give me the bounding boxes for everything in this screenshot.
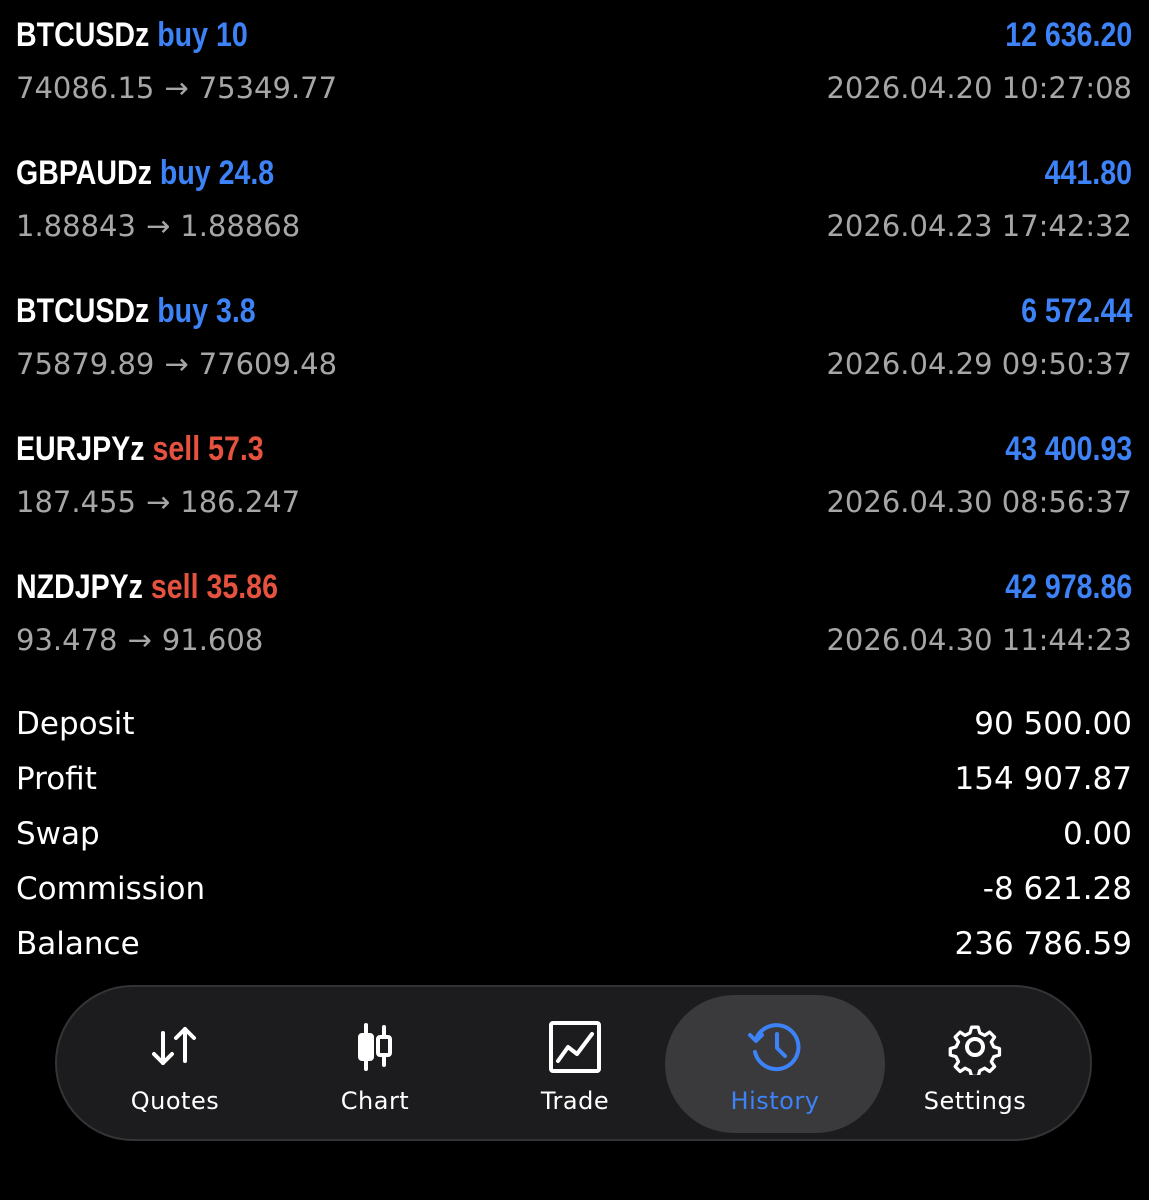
summary-row-deposit: Deposit 90 500.00 (16, 697, 1132, 752)
deal-row[interactable]: NZDJPYz sell 35.86 42 978.86 93.478 → 91.6… (16, 552, 1132, 690)
deal-symbol: EURJPYz (16, 429, 145, 468)
deal-open-price: 187.455 (16, 485, 136, 519)
deal-close-price: 75349.77 (198, 71, 338, 105)
deal-row[interactable]: BTCUSDz buy 10 12 636.20 74086.15 → 75349.… (16, 0, 1132, 138)
deal-time: 2026.04.29 09:50:37 (826, 347, 1132, 381)
summary-row-swap: Swap 0.00 (16, 807, 1132, 862)
deal-volume: 24.8 (218, 153, 275, 192)
line-chart-icon (547, 1019, 603, 1075)
deal-time: 2026.04.30 08:56:37 (826, 485, 1132, 519)
deal-open-price: 93.478 (16, 623, 118, 657)
deal-volume: 3.8 (215, 291, 256, 330)
deal-prices: 1.88843 → 1.88868 (16, 209, 300, 243)
deal-time: 2026.04.23 17:42:32 (826, 209, 1132, 243)
tab-label: Chart (340, 1087, 410, 1115)
deal-symbol: BTCUSDz (16, 15, 150, 54)
tab-trade[interactable]: Trade (465, 995, 685, 1133)
right-arrow-icon: → (164, 71, 189, 105)
deal-close-price: 1.88868 (180, 209, 301, 243)
right-arrow-icon: → (127, 623, 152, 657)
tab-quotes[interactable]: Quotes (65, 995, 285, 1133)
deal-title: GBPAUDz buy 24.8 (16, 154, 274, 193)
profit-label: Profit (16, 761, 97, 798)
summary-row-balance: Balance 236 786.59 (16, 916, 1132, 971)
deal-symbol: NZDJPYz (16, 567, 143, 606)
deal-profit: 43 400.93 (1004, 429, 1132, 468)
deal-row[interactable]: EURJPYz sell 57.3 43 400.93 187.455 → 186.… (16, 414, 1132, 552)
deal-profit: 42 978.86 (1004, 567, 1132, 606)
deposit-label: Deposit (16, 706, 135, 743)
deals-list: BTCUSDz buy 10 12 636.20 74086.15 → 75349.… (16, 0, 1132, 690)
deal-side: sell (150, 567, 199, 606)
deal-open-price: 75879.89 (16, 347, 155, 381)
deal-side: buy (159, 153, 211, 192)
profit-value: 154 907.87 (954, 761, 1133, 798)
deal-time: 2026.04.20 10:27:08 (826, 71, 1132, 105)
deal-symbol: BTCUSDz (16, 291, 150, 330)
deal-prices: 187.455 → 186.247 (16, 485, 300, 519)
deal-prices: 75879.89 → 77609.48 (16, 347, 337, 381)
deal-profit: 12 636.20 (1004, 15, 1132, 54)
deal-close-price: 77609.48 (198, 347, 338, 381)
deal-open-price: 74086.15 (16, 71, 155, 105)
deal-side: buy (157, 291, 209, 330)
right-arrow-icon: → (164, 347, 189, 381)
tab-settings[interactable]: Settings (865, 995, 1085, 1133)
deal-title: BTCUSDz buy 10 (16, 16, 248, 55)
deal-time: 2026.04.30 11:44:23 (826, 623, 1132, 657)
deal-volume: 57.3 (208, 429, 264, 468)
deal-close-price: 186.247 (180, 485, 301, 519)
deal-volume: 35.86 (206, 567, 278, 606)
deal-title: EURJPYz sell 57.3 (16, 430, 264, 469)
deal-side: buy (157, 15, 209, 54)
deal-prices: 74086.15 → 75349.77 (16, 71, 337, 105)
right-arrow-icon: → (145, 209, 171, 243)
balance-value: 236 786.59 (954, 925, 1133, 962)
balance-label: Balance (16, 925, 140, 962)
swap-value: 0.00 (1062, 815, 1132, 852)
deal-profit: 6 572.44 (1020, 291, 1132, 330)
deal-side: sell (152, 429, 201, 468)
deal-title: NZDJPYz sell 35.86 (16, 568, 278, 607)
deposit-value: 90 500.00 (974, 706, 1132, 743)
history-clock-icon (747, 1019, 803, 1075)
deal-prices: 93.478 → 91.608 (16, 623, 263, 657)
up-down-arrows-icon (147, 1019, 203, 1075)
tab-chart[interactable]: Chart (265, 995, 485, 1133)
tab-label: Trade (540, 1087, 610, 1115)
commission-value: -8 621.28 (982, 870, 1132, 907)
deal-open-price: 1.88843 (16, 209, 136, 243)
tab-label: Quotes (130, 1087, 220, 1115)
deal-close-price: 91.608 (161, 623, 264, 657)
deal-title: BTCUSDz buy 3.8 (16, 292, 256, 331)
commission-label: Commission (16, 870, 206, 907)
deal-profit: 441.80 (1044, 153, 1132, 192)
deal-symbol: GBPAUDz (16, 153, 152, 192)
tab-history[interactable]: History (665, 995, 885, 1133)
tab-label: Settings (923, 1087, 1027, 1115)
summary-row-commission: Commission -8 621.28 (16, 861, 1132, 916)
deal-volume: 10 (215, 15, 248, 54)
deal-row[interactable]: BTCUSDz buy 3.8 6 572.44 75879.89 → 77609.… (16, 276, 1132, 414)
summary-row-profit: Profit 154 907.87 (16, 752, 1132, 807)
candlestick-icon (347, 1019, 403, 1075)
right-arrow-icon: → (145, 485, 171, 519)
deal-row[interactable]: GBPAUDz buy 24.8 441.80 1.88843 → 1.88868 … (16, 138, 1132, 276)
swap-label: Swap (16, 815, 100, 852)
tab-label: History (730, 1087, 820, 1115)
gear-icon (947, 1019, 1003, 1075)
bottom-tab-bar: Quotes Chart Trade History Settings (55, 985, 1092, 1141)
account-summary: Deposit 90 500.00 Profit 154 907.87 Swap… (16, 697, 1132, 971)
